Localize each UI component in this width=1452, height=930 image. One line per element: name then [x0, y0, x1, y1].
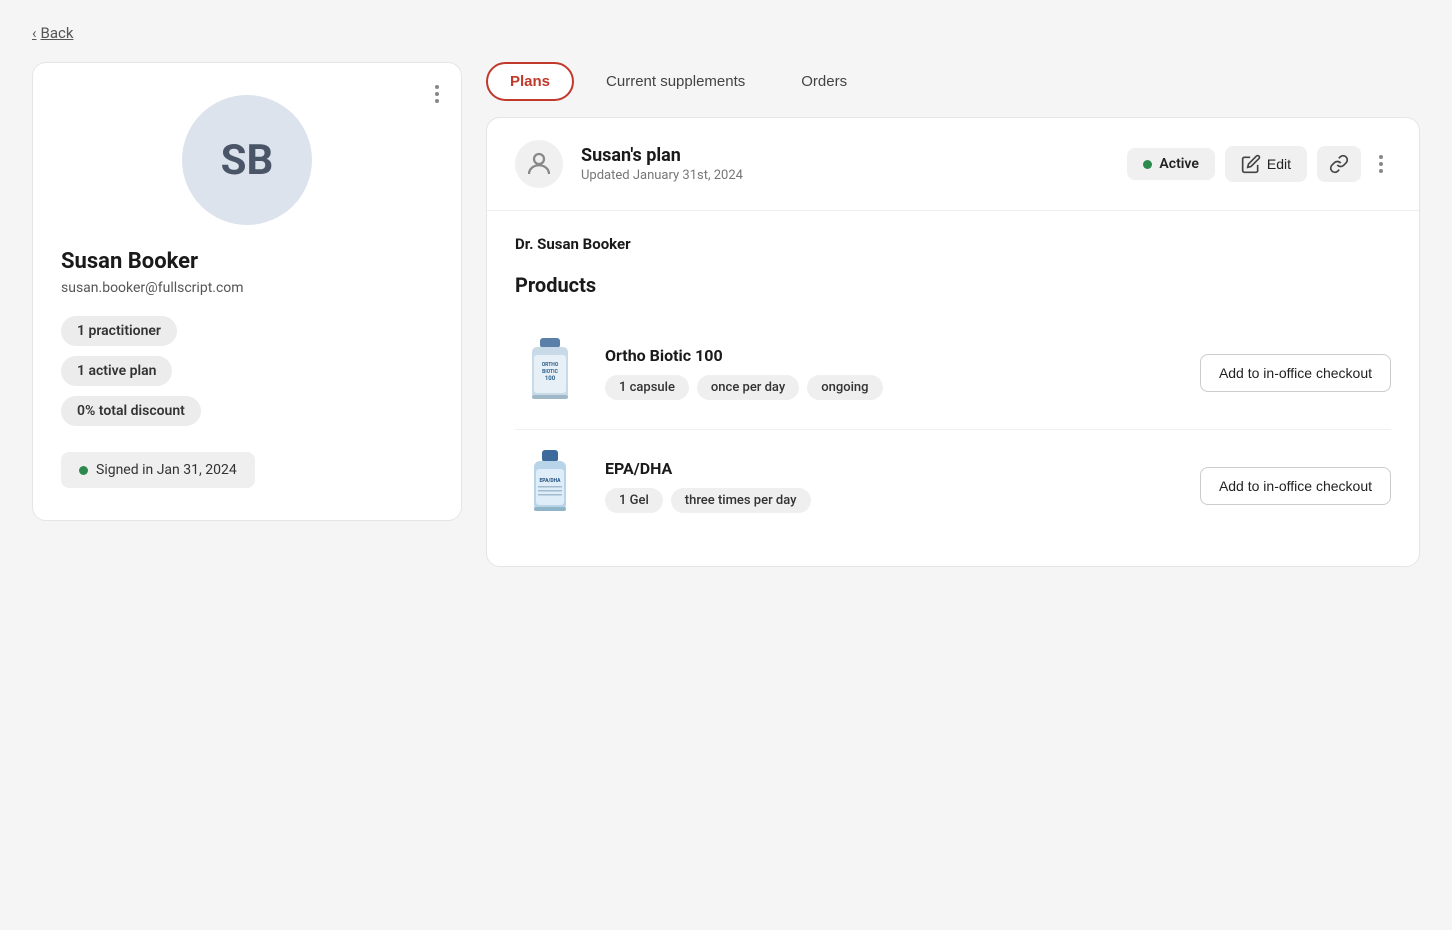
plan-header: Susan's plan Updated January 31st, 2024 …	[487, 118, 1419, 211]
practitioner-badge: 1 practitioner	[61, 316, 177, 346]
product-image-epadha: EPA/DHA	[515, 446, 585, 526]
plan-name: Susan's plan	[581, 145, 1109, 166]
doctor-name: Dr. Susan Booker	[515, 235, 1391, 253]
right-panel: Plans Current supplements Orders	[486, 62, 1420, 567]
discount-badge: 0% total discount	[61, 396, 201, 426]
product-tags-ortho: 1 capsule once per day ongoing	[605, 375, 1180, 400]
back-link[interactable]: ‹ Back	[32, 24, 73, 42]
link-button[interactable]	[1317, 146, 1361, 182]
avatar: SB	[182, 95, 312, 225]
plan-body: Dr. Susan Booker Products	[487, 211, 1419, 566]
person-icon	[524, 149, 554, 179]
plan-updated: Updated January 31st, 2024	[581, 168, 1109, 183]
svg-text:100: 100	[545, 375, 556, 382]
signed-in-status: Signed in Jan 31, 2024	[61, 452, 255, 488]
edit-label: Edit	[1267, 156, 1291, 172]
product-item: ORTHO BIOTIC 100 Ortho Biotic 100 1 caps…	[515, 317, 1391, 430]
product-tag: ongoing	[807, 375, 882, 400]
add-to-checkout-button-epadha[interactable]: Add to in-office checkout	[1200, 467, 1391, 505]
svg-text:EPA/DHA: EPA/DHA	[539, 478, 561, 484]
patient-profile-card: SB Susan Booker susan.booker@fullscript.…	[32, 62, 462, 521]
edit-button[interactable]: Edit	[1225, 146, 1307, 182]
back-arrow: ‹	[32, 24, 37, 42]
tab-current-supplements[interactable]: Current supplements	[582, 62, 769, 101]
product-details-epadha: EPA/DHA 1 Gel three times per day	[605, 459, 1180, 513]
status-badge: Active	[1127, 148, 1214, 180]
product-tags-epadha: 1 Gel three times per day	[605, 488, 1180, 513]
add-to-checkout-button-ortho[interactable]: Add to in-office checkout	[1200, 354, 1391, 392]
plan-actions: Active Edit	[1127, 146, 1391, 182]
online-indicator	[79, 466, 88, 475]
plan-icon	[515, 140, 563, 188]
profile-menu-dots[interactable]	[435, 85, 439, 103]
product-details-ortho: Ortho Biotic 100 1 capsule once per day …	[605, 346, 1180, 400]
product-tag: 1 Gel	[605, 488, 663, 513]
products-heading: Products	[515, 273, 1391, 297]
active-plan-badge: 1 active plan	[61, 356, 172, 386]
product-tag: 1 capsule	[605, 375, 689, 400]
back-label: Back	[41, 24, 74, 42]
more-options-button[interactable]	[1371, 151, 1391, 177]
ortho-biotic-image: ORTHO BIOTIC 100	[520, 333, 580, 413]
product-tag: once per day	[697, 375, 799, 400]
tab-plans[interactable]: Plans	[486, 62, 574, 101]
edit-icon	[1241, 154, 1261, 174]
plan-card: Susan's plan Updated January 31st, 2024 …	[486, 117, 1420, 567]
signed-in-label: Signed in Jan 31, 2024	[96, 462, 237, 478]
product-tag: three times per day	[671, 488, 811, 513]
product-image-ortho: ORTHO BIOTIC 100	[515, 333, 585, 413]
tab-orders[interactable]: Orders	[777, 62, 871, 101]
product-name-epadha: EPA/DHA	[605, 459, 1180, 478]
plan-info: Susan's plan Updated January 31st, 2024	[581, 145, 1109, 183]
status-label: Active	[1159, 156, 1198, 172]
active-dot	[1143, 160, 1152, 169]
epadha-image: EPA/DHA	[520, 446, 580, 526]
link-icon	[1329, 154, 1349, 174]
patient-email: susan.booker@fullscript.com	[61, 280, 244, 296]
product-name-ortho: Ortho Biotic 100	[605, 346, 1180, 365]
svg-text:ORTHO: ORTHO	[542, 362, 559, 368]
patient-name: Susan Booker	[61, 249, 198, 274]
tabs-bar: Plans Current supplements Orders	[486, 62, 1420, 101]
product-item: EPA/DHA EPA/DHA 1 Gel	[515, 430, 1391, 542]
